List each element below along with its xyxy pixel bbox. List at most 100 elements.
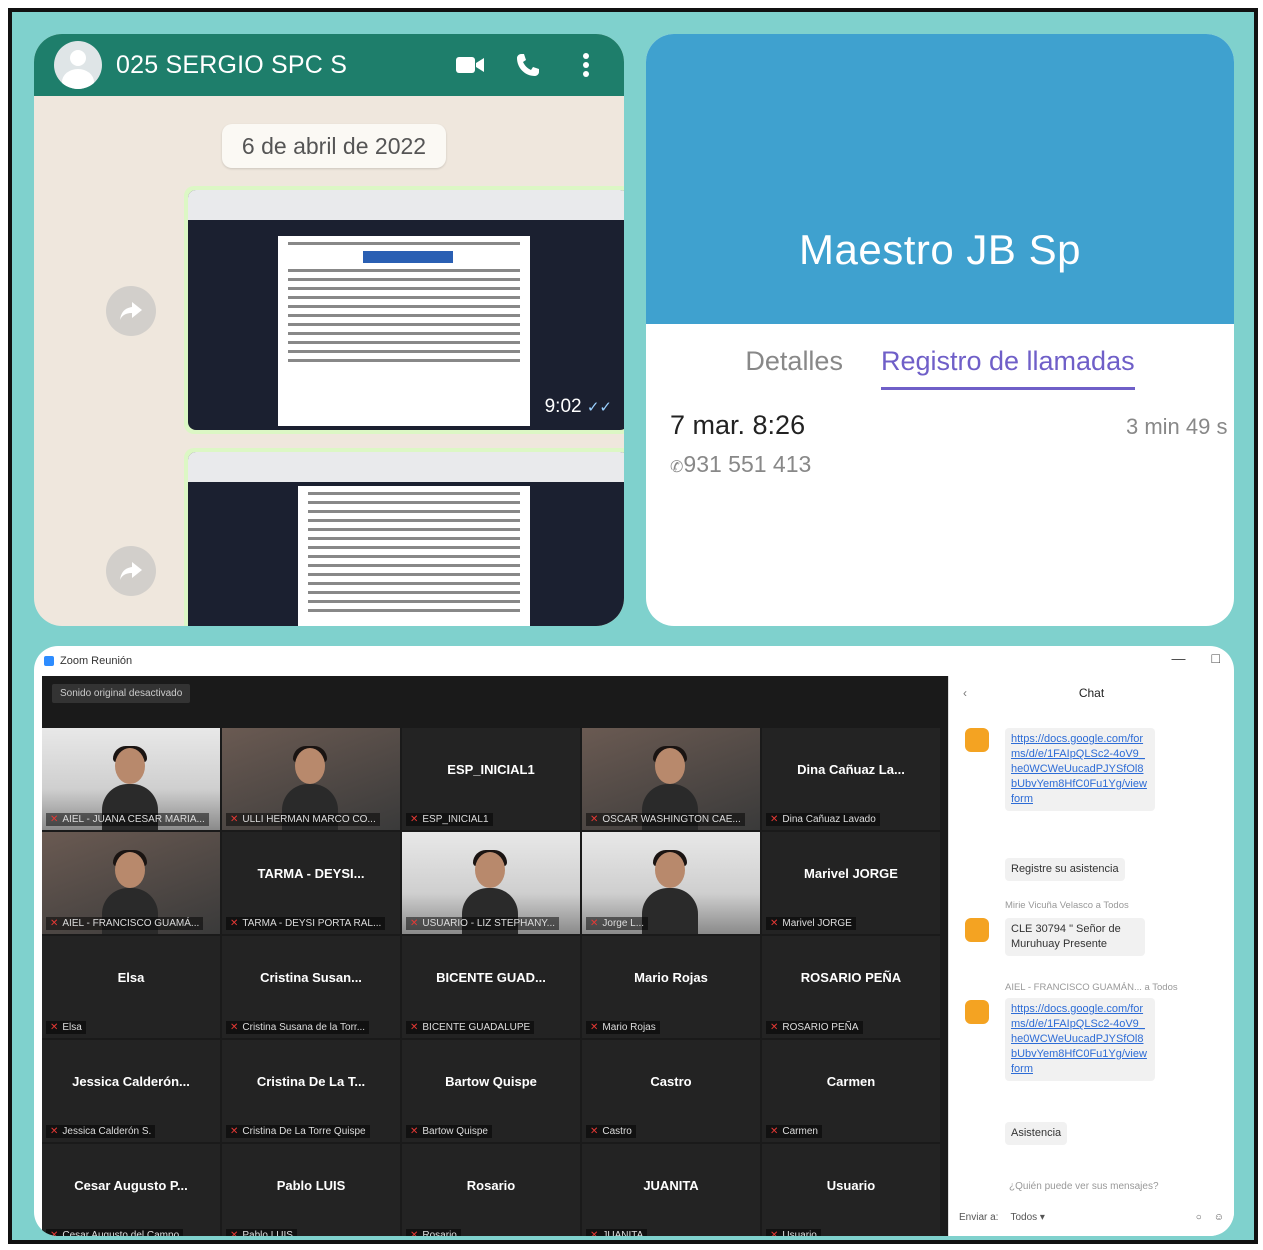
muted-mic-icon: ✕ xyxy=(770,918,779,929)
participant-tile[interactable]: Rosario ✕ Rosario xyxy=(402,1144,580,1236)
participant-label: ✕ JUANITA xyxy=(586,1229,648,1236)
participant-name: BICENTE GUAD... xyxy=(436,970,546,985)
participant-name: Pablo LUIS xyxy=(276,1178,346,1193)
participant-name: Dina Cañuaz La... xyxy=(797,762,905,777)
contact-header: Maestro JB Sp xyxy=(646,34,1234,324)
participant-tile[interactable]: ✕ USUARIO - LIZ STEPHANY... xyxy=(402,832,580,934)
participant-name: JUANITA xyxy=(643,1178,699,1193)
minimize-icon[interactable]: — xyxy=(1172,650,1186,666)
participant-label: ✕ ULLI HERMAN MARCO CO... xyxy=(226,813,380,826)
chat-link[interactable]: https://docs.google.com/forms/d/e/1FAIpQ… xyxy=(1005,998,1155,1081)
chat-text: Registre su asistencia xyxy=(1005,858,1125,881)
call-log-entry[interactable]: 7 mar. 8:26 ✆931 551 413 3 min 49 s xyxy=(670,410,1234,478)
participant-label-text: Bartow Quispe xyxy=(422,1126,488,1137)
image-message[interactable]: 9:02 ✓✓ xyxy=(184,186,624,434)
call-number: ✆931 551 413 xyxy=(670,451,812,477)
participant-label-text: Marivel JORGE xyxy=(782,918,852,929)
participant-tile[interactable]: Bartow Quispe ✕ Bartow Quispe xyxy=(402,1040,580,1142)
file-icon[interactable]: ○ xyxy=(1196,1212,1202,1223)
chat-footer: Enviar a: Todos ▾ ○ ☺ xyxy=(959,1206,1224,1228)
participant-label-text: Jorge L... xyxy=(602,918,645,929)
participant-label: ✕ Jorge L... xyxy=(586,917,649,930)
muted-mic-icon: ✕ xyxy=(230,1126,239,1137)
whatsapp-chat-panel: 025 SERGIO SPC S 6 de abril de 2022 9:02… xyxy=(34,34,624,626)
participant-label: ✕ Castro xyxy=(586,1125,636,1138)
phone-call-icon[interactable] xyxy=(508,45,548,85)
participant-label-text: Rosario xyxy=(422,1230,457,1236)
chat-header: ‹ Chat xyxy=(949,676,1234,710)
tab-call-log[interactable]: Registro de llamadas xyxy=(880,346,1135,390)
participant-tile[interactable]: Dina Cañuaz La... ✕ Dina Cañuaz Lavado xyxy=(762,728,940,830)
send-to-dropdown[interactable]: Todos ▾ xyxy=(1010,1212,1045,1223)
chat-input[interactable]: ¿Quién puede ver sus mensajes? xyxy=(1009,1181,1159,1192)
participant-tile[interactable]: Cristina Susan... ✕ Cristina Susana de la … xyxy=(222,936,400,1038)
participant-tile[interactable]: Cesar Augusto P... ✕ Cesar Augusto del Cam… xyxy=(42,1144,220,1236)
participant-tile[interactable]: JUANITA ✕ JUANITA xyxy=(582,1144,760,1236)
muted-mic-icon: ✕ xyxy=(770,1126,779,1137)
contact-name[interactable]: 025 SERGIO SPC S xyxy=(116,51,432,80)
participant-tile[interactable]: Castro ✕ Castro xyxy=(582,1040,760,1142)
participant-tile[interactable]: Pablo LUIS ✕ Pablo LUIS xyxy=(222,1144,400,1236)
image-message[interactable] xyxy=(184,448,624,626)
participant-tile[interactable]: BICENTE GUAD... ✕ BICENTE GUADALUPE xyxy=(402,936,580,1038)
participant-label: ✕ Dina Cañuaz Lavado xyxy=(766,813,880,826)
chat-text: CLE 30794 " Señor de Muruhuay Presente xyxy=(1005,918,1145,956)
participant-name: TARMA - DEYSI... xyxy=(257,866,365,881)
participant-label-text: BICENTE GUADALUPE xyxy=(422,1022,531,1033)
participant-label-text: Elsa xyxy=(62,1022,82,1033)
emoji-icon[interactable]: ☺ xyxy=(1214,1212,1224,1223)
muted-mic-icon: ✕ xyxy=(410,814,419,825)
participant-tile[interactable]: Cristina De La T... ✕ Cristina De La Torre… xyxy=(222,1040,400,1142)
participant-tile[interactable]: ESP_INICIAL1 ✕ ESP_INICIAL1 xyxy=(402,728,580,830)
muted-mic-icon: ✕ xyxy=(230,918,239,929)
tab-bar: Detalles Registro de llamadas xyxy=(646,346,1234,390)
participant-name: Rosario xyxy=(466,1178,516,1193)
participant-tile[interactable]: Usuario ✕ Usuario xyxy=(762,1144,940,1236)
participant-tile[interactable]: TARMA - DEYSI... ✕ TARMA - DEYSI PORTA RAL… xyxy=(222,832,400,934)
avatar xyxy=(965,918,989,942)
participant-name: Cristina De La T... xyxy=(256,1074,366,1089)
participant-tile[interactable]: Carmen ✕ Carmen xyxy=(762,1040,940,1142)
participant-tile[interactable]: Jessica Calderón... ✕ Jessica Calderón S. xyxy=(42,1040,220,1142)
original-sound-button[interactable]: Sonido original desactivado xyxy=(52,683,191,703)
participant-tile[interactable]: Elsa ✕ Elsa xyxy=(42,936,220,1038)
participant-label: ✕ BICENTE GUADALUPE xyxy=(406,1021,535,1034)
chat-message: Mirie Vicuña Velasco a Todos CLE 30794 "… xyxy=(965,900,1222,970)
chat-text: Asistencia xyxy=(1005,1122,1068,1145)
chat-sender: Mirie Vicuña Velasco a Todos xyxy=(1005,900,1129,911)
contact-name: Maestro JB Sp xyxy=(799,226,1081,273)
muted-mic-icon: ✕ xyxy=(50,1022,59,1033)
maximize-icon[interactable]: □ xyxy=(1212,650,1220,666)
participant-label-text: USUARIO - LIZ STEPHANY... xyxy=(422,918,556,929)
participant-tile[interactable]: ✕ OSCAR WASHINGTON CAE... xyxy=(582,728,760,830)
window-controls: — □ xyxy=(1172,650,1220,666)
chat-link[interactable]: https://docs.google.com/forms/d/e/1FAIpQ… xyxy=(1005,728,1155,811)
participant-tile[interactable]: ROSARIO PEÑA ✕ ROSARIO PEÑA xyxy=(762,936,940,1038)
forward-icon[interactable] xyxy=(106,546,156,596)
read-receipt-icon: ✓✓ xyxy=(586,399,612,416)
muted-mic-icon: ✕ xyxy=(590,1126,599,1137)
participant-tile[interactable]: Mario Rojas ✕ Mario Rojas xyxy=(582,936,760,1038)
participant-tile[interactable]: ✕ AIEL - FRANCISCO GUAMÁ... xyxy=(42,832,220,934)
tab-details[interactable]: Detalles xyxy=(745,346,843,390)
participant-label: ✕ Elsa xyxy=(46,1021,86,1034)
zoom-title-bar: Zoom Reunión xyxy=(34,646,1234,676)
more-options-icon[interactable] xyxy=(566,45,606,85)
forward-icon[interactable] xyxy=(106,286,156,336)
muted-mic-icon: ✕ xyxy=(230,1022,239,1033)
video-call-icon[interactable] xyxy=(450,45,490,85)
participant-tile[interactable]: ✕ Jorge L... xyxy=(582,832,760,934)
video-gallery: Sonido original desactivado ✕ AIEL - JUAN… xyxy=(42,676,948,1236)
muted-mic-icon: ✕ xyxy=(410,1230,419,1236)
chevron-left-icon[interactable]: ‹ xyxy=(963,686,967,700)
participant-tile[interactable]: Marivel JORGE ✕ Marivel JORGE xyxy=(762,832,940,934)
contact-avatar[interactable] xyxy=(54,41,102,89)
muted-mic-icon: ✕ xyxy=(590,1022,599,1033)
participant-name: Carmen xyxy=(826,1074,876,1089)
participant-name: Castro xyxy=(650,1074,692,1089)
participant-tile[interactable]: ✕ AIEL - JUANA CESAR MARIA... xyxy=(42,728,220,830)
participant-label-text: Cristina De La Torre Quispe xyxy=(242,1126,366,1137)
message-time: 9:02 ✓✓ xyxy=(544,396,612,417)
participant-tile[interactable]: ✕ ULLI HERMAN MARCO CO... xyxy=(222,728,400,830)
muted-mic-icon: ✕ xyxy=(50,918,59,929)
